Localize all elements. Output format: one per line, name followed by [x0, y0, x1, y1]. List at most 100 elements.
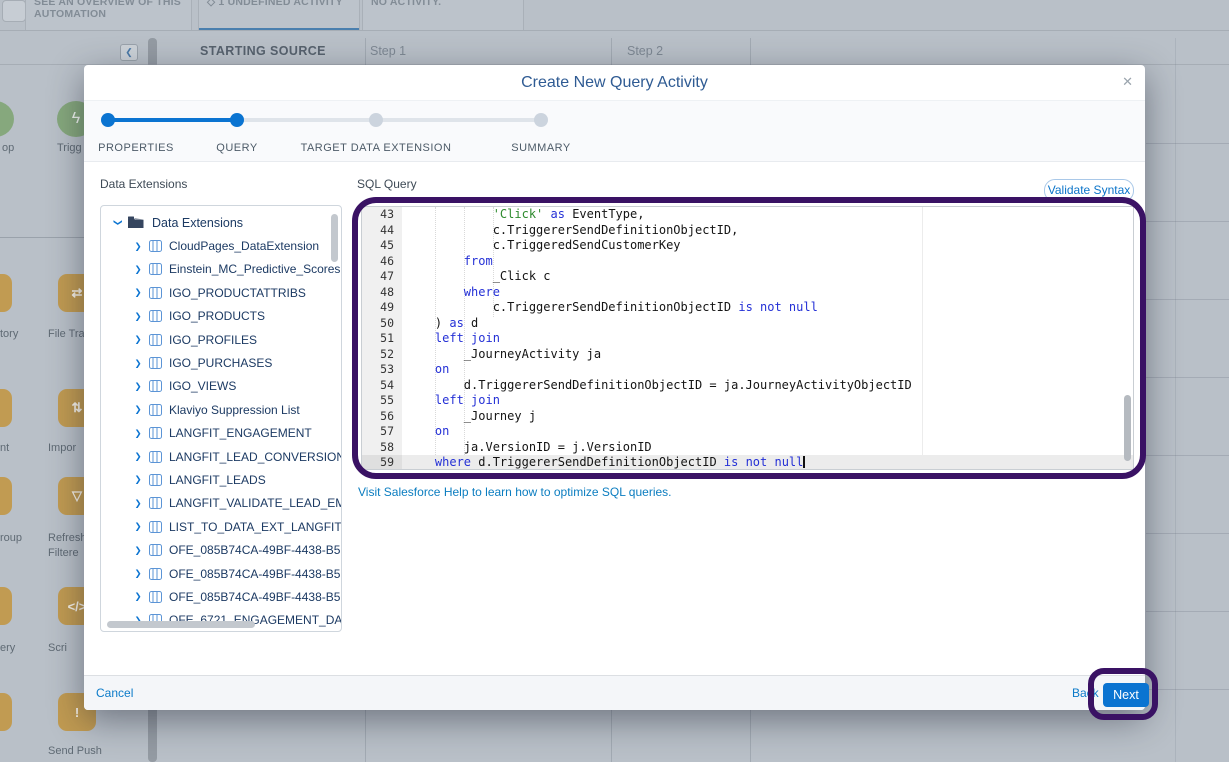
tree-item-label: OFE_085B74CA-49BF-4438-B566-	[169, 590, 341, 604]
step-dot-query[interactable]	[230, 113, 244, 127]
collapse-palette-button[interactable]: ❮	[120, 44, 138, 61]
chevron-right-icon[interactable]: ❯	[133, 264, 143, 275]
modal-title: Create New Query Activity	[84, 74, 1145, 92]
palette-label: File Tra	[48, 327, 85, 342]
palette-label: Scri	[48, 641, 67, 656]
step-dot-properties[interactable]	[101, 113, 115, 127]
chevron-right-icon[interactable]: ❯	[133, 498, 143, 509]
tree-vertical-scrollbar[interactable]	[331, 214, 338, 262]
code-line-54[interactable]: 54 d.TriggererSendDefinitionObjectID = j…	[362, 378, 1133, 394]
chevron-right-icon[interactable]: ❯	[133, 474, 143, 485]
data-extension-icon	[149, 451, 162, 463]
mini-tab[interactable]	[2, 0, 26, 22]
tree-item[interactable]: ❯CloudPages_DataExtension	[101, 234, 341, 257]
tab-overview-automation[interactable]: SEE AN OVERVIEW OF THIS AUTOMATION	[25, 0, 192, 31]
close-icon[interactable]: ✕	[1122, 75, 1133, 88]
tab-no-activity[interactable]: NO ACTIVITY.	[362, 0, 524, 31]
data-extension-icon	[149, 568, 162, 580]
code-line-47[interactable]: 47 _Click c	[362, 269, 1133, 285]
tree-item[interactable]: ❯LANGFIT_VALIDATE_LEAD_EMAIL_	[101, 492, 341, 515]
step-dot-target-data-extension[interactable]	[369, 113, 383, 127]
tree-item[interactable]: ❯ IGO_PRODUCTS	[101, 305, 341, 328]
code-line-57[interactable]: 57 on	[362, 424, 1133, 440]
data-extension-icon	[149, 310, 162, 322]
line-number: 44	[362, 223, 402, 239]
code-line-44[interactable]: 44 c.TriggererSendDefinitionObjectID,	[362, 223, 1133, 239]
code-line-50[interactable]: 50 ) as d	[362, 316, 1133, 332]
sql-help-link[interactable]: Visit Salesforce Help to learn how to op…	[358, 485, 672, 499]
next-button[interactable]: Next	[1103, 683, 1149, 707]
chevron-right-icon[interactable]: ❯	[133, 241, 143, 252]
code-line-56[interactable]: 56 _Journey j	[362, 409, 1133, 425]
tree-item[interactable]: ❯IGO_PROFILES	[101, 328, 341, 351]
chevron-down-icon[interactable]: ❯	[113, 218, 124, 228]
screen: SEE AN OVERVIEW OF THIS AUTOMATION ◇ 1 U…	[0, 0, 1229, 762]
code-line-49[interactable]: 49 c.TriggererSendDefinitionObjectID is …	[362, 300, 1133, 316]
line-number: 51	[362, 331, 402, 347]
tree-item[interactable]: ❯LANGFIT_LEADS	[101, 468, 341, 491]
chevron-right-icon[interactable]: ❯	[133, 404, 143, 415]
modal-footer: Cancel Back Next	[84, 675, 1145, 710]
palette-activity-icon[interactable]	[0, 274, 12, 312]
tree-item[interactable]: ❯LANGFIT_ENGAGEMENT	[101, 422, 341, 445]
code-line-53[interactable]: 53 on	[362, 362, 1133, 378]
code-text: 'Click' as EventType,	[402, 207, 1133, 223]
editor-scrollbar[interactable]	[1124, 395, 1131, 461]
tree-item-label: OFE_085B74CA-49BF-4438-B566-	[169, 543, 341, 557]
code-line-51[interactable]: 51 left join	[362, 331, 1133, 347]
tree-item[interactable]: ❯Einstein_MC_Predictive_Scores	[101, 258, 341, 281]
validate-syntax-button[interactable]: Validate Syntax	[1044, 179, 1134, 202]
tree-item-label: OFE_085B74CA-49BF-4438-B566-	[169, 567, 341, 581]
tree-item-label: IGO_PURCHASES	[169, 356, 272, 370]
canvas-grid-hline	[1146, 299, 1229, 300]
tree-root-data-extensions[interactable]: ❯ Data Extensions	[101, 211, 341, 234]
code-line-43[interactable]: 43 'Click' as EventType,	[362, 207, 1133, 223]
palette-activity-icon[interactable]	[0, 389, 12, 427]
tab-no-activity-label: NO ACTIVITY.	[363, 0, 523, 8]
line-number: 57	[362, 424, 402, 440]
tree-item[interactable]: ❯ OFE_085B74CA-49BF-4438-B566-	[101, 585, 341, 608]
chevron-right-icon[interactable]: ❯	[133, 334, 143, 345]
code-line-45[interactable]: 45 c.TriggeredSendCustomerKey	[362, 238, 1133, 254]
code-line-55[interactable]: 55 left join	[362, 393, 1133, 409]
tree-horizontal-scrollbar[interactable]	[107, 621, 255, 628]
palette-activity-icon[interactable]: ϟ	[0, 101, 14, 137]
back-link[interactable]: Back	[1072, 686, 1099, 700]
tree-item[interactable]: ❯ IGO_VIEWS	[101, 375, 341, 398]
palette-activity-icon[interactable]	[0, 477, 12, 515]
chevron-right-icon[interactable]: ❯	[133, 521, 143, 532]
chevron-right-icon[interactable]: ❯	[133, 287, 143, 298]
tree-item[interactable]: ❯LANGFIT_LEAD_CONVERSION	[101, 445, 341, 468]
tree-item[interactable]: ❯ IGO_PURCHASES	[101, 351, 341, 374]
tab-overview-label: SEE AN OVERVIEW OF THIS AUTOMATION	[26, 0, 191, 20]
chevron-right-icon[interactable]: ❯	[133, 428, 143, 439]
tree-item[interactable]: ❯Klaviyo Suppression List	[101, 398, 341, 421]
step-label: QUERY	[216, 142, 257, 154]
code-line-48[interactable]: 48 where	[362, 285, 1133, 301]
tree-item[interactable]: ❯ OFE_085B74CA-49BF-4438-B566-	[101, 562, 341, 585]
code-line-58[interactable]: 58 ja.VersionID = j.VersionID	[362, 440, 1133, 456]
code-line-46[interactable]: 46 from	[362, 254, 1133, 270]
tree-item[interactable]: ❯ OFE_085B74CA-49BF-4438-B566-	[101, 538, 341, 561]
sql-editor[interactable]: 43 'Click' as EventType,44 c.TriggererSe…	[361, 206, 1134, 470]
chevron-right-icon[interactable]: ❯	[133, 591, 143, 602]
code-line-59[interactable]: 59 where d.TriggererSendDefinitionObject…	[362, 455, 1133, 470]
chevron-right-icon[interactable]: ❯	[133, 311, 143, 322]
tree-item[interactable]: ❯IGO_PRODUCTATTRIBS	[101, 281, 341, 304]
code-line-52[interactable]: 52 _JourneyActivity ja	[362, 347, 1133, 363]
data-extension-icon	[149, 334, 162, 346]
tree-item[interactable]: ❯LIST_TO_DATA_EXT_LANGFIT	[101, 515, 341, 538]
step-dot-summary[interactable]	[534, 113, 548, 127]
chevron-right-icon[interactable]: ❯	[133, 451, 143, 462]
palette-label: Send Push	[48, 744, 102, 759]
cancel-link[interactable]: Cancel	[96, 686, 133, 700]
chevron-right-icon[interactable]: ❯	[133, 381, 143, 392]
tab-undefined-activity[interactable]: ◇ 1 UNDEFINED ACTIVITY	[198, 0, 360, 31]
chevron-right-icon[interactable]: ❯	[133, 568, 143, 579]
palette-activity-icon[interactable]	[0, 693, 12, 731]
tree-item-label: IGO_PRODUCTS	[169, 309, 265, 323]
chevron-right-icon[interactable]: ❯	[133, 545, 143, 556]
chevron-right-icon[interactable]: ❯	[133, 358, 143, 369]
tree-item-label: IGO_VIEWS	[169, 379, 236, 393]
palette-activity-icon[interactable]	[0, 587, 12, 625]
